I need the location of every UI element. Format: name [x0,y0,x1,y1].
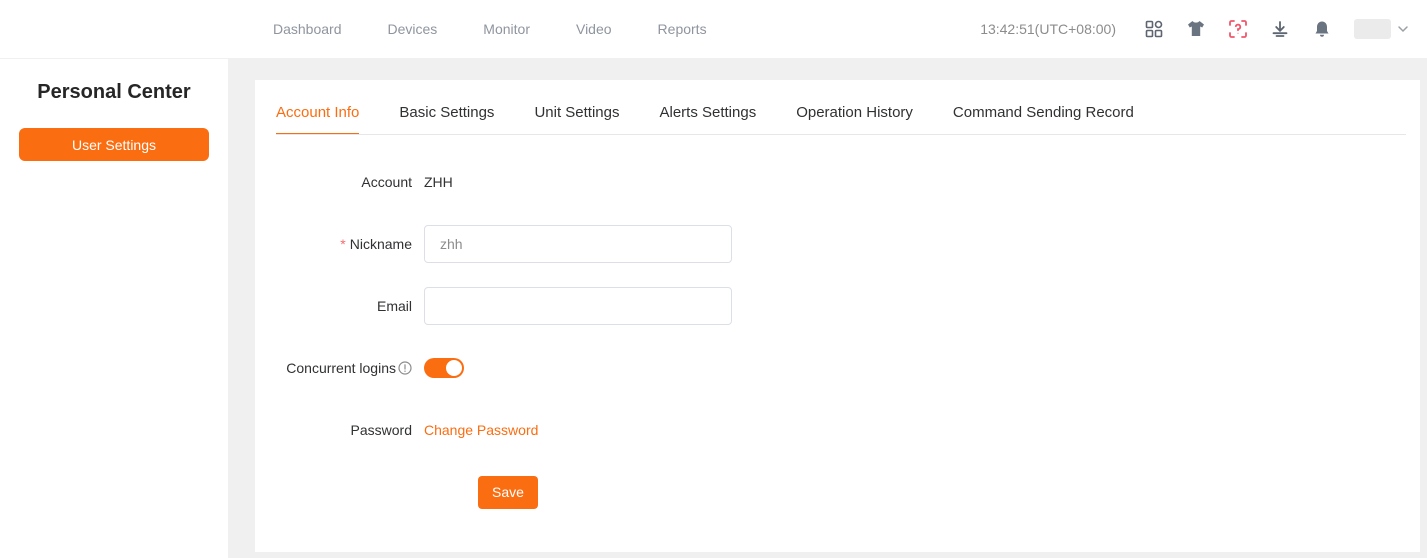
concurrent-logins-label: Concurrent logins [255,360,424,376]
avatar [1354,19,1391,39]
tab-bar: Account Info Basic Settings Unit Setting… [255,80,1420,135]
concurrent-logins-toggle[interactable] [424,358,464,378]
password-row: Password Change Password [255,411,1420,449]
email-label: Email [376,298,412,314]
tshirt-icon[interactable] [1186,19,1206,39]
top-bar-right: 13:42:51(UTC+08:00) [980,19,1427,39]
top-bar: Dashboard Devices Monitor Video Reports … [0,0,1427,59]
chevron-down-icon [1398,26,1408,33]
user-menu[interactable] [1354,19,1409,39]
download-icon[interactable] [1270,19,1290,39]
nav-item-dashboard[interactable]: Dashboard [273,21,342,37]
page-title: Personal Center [37,81,191,103]
account-info-form: Account ZHH * Nickname Email Concurrent … [255,135,1420,511]
change-password-link[interactable]: Change Password [424,422,538,438]
toggle-knob [446,360,462,376]
tab-basic-settings[interactable]: Basic Settings [399,104,494,135]
info-icon[interactable] [398,361,412,375]
nav-item-reports[interactable]: Reports [658,21,707,37]
save-button[interactable]: Save [478,475,538,509]
nickname-row: * Nickname [255,225,1420,263]
nav-item-monitor[interactable]: Monitor [483,21,530,37]
sidebar-item-user-settings[interactable]: User Settings [19,128,209,161]
scan-question-icon[interactable] [1228,19,1248,39]
required-star: * [340,236,346,252]
nav-item-devices[interactable]: Devices [388,21,438,37]
nickname-input[interactable] [424,225,732,263]
tab-alerts-settings[interactable]: Alerts Settings [659,104,756,135]
account-label: Account [361,174,412,190]
bell-icon[interactable] [1312,19,1332,39]
account-row: Account ZHH [255,163,1420,201]
save-row: Save [255,473,1420,511]
tab-command-sending-record[interactable]: Command Sending Record [953,104,1134,135]
tab-divider [276,134,1406,135]
sidebar: Personal Center User Settings [0,59,228,558]
email-row: Email [255,287,1420,325]
tab-account-info[interactable]: Account Info [276,104,360,135]
tab-unit-settings[interactable]: Unit Settings [534,104,619,135]
nickname-label: * Nickname [340,236,412,252]
top-nav: Dashboard Devices Monitor Video Reports [273,21,707,37]
tab-operation-history[interactable]: Operation History [796,104,913,135]
nav-item-video[interactable]: Video [576,21,612,37]
clock-text: 13:42:51(UTC+08:00) [980,21,1116,37]
account-value: ZHH [424,174,453,190]
grid-icon[interactable] [1144,19,1164,39]
main-card: Account Info Basic Settings Unit Setting… [255,80,1420,552]
concurrent-logins-row: Concurrent logins [255,349,1420,387]
email-input[interactable] [424,287,732,325]
password-label: Password [350,422,412,438]
